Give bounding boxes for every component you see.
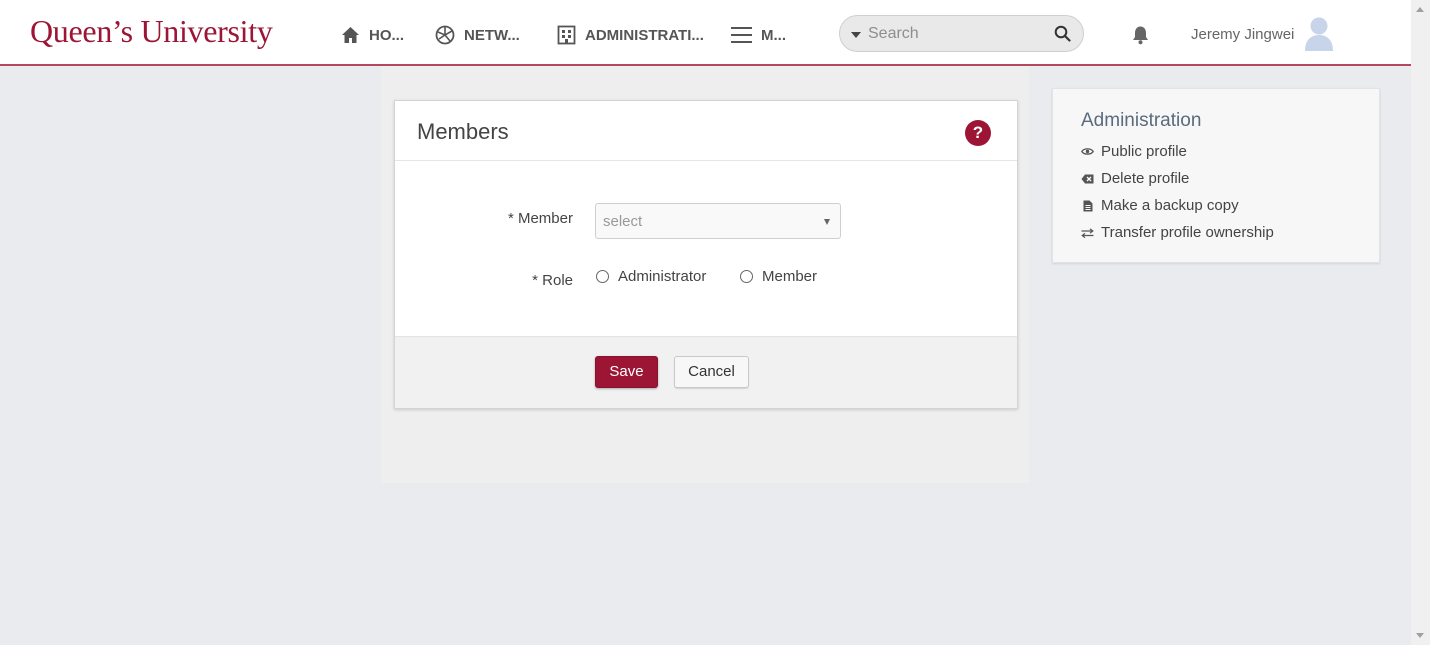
member-field-label: * Member [507, 210, 573, 227]
scroll-up-arrow-icon[interactable] [1416, 7, 1424, 12]
chevron-down-icon [824, 219, 830, 225]
scroll-down-arrow-icon[interactable] [1416, 633, 1424, 638]
page-title: Members [417, 119, 509, 144]
nav-administration[interactable]: ADMINISTRATI... [557, 22, 704, 48]
nav-administration-label: ADMINISTRATI... [585, 26, 704, 44]
members-form-panel: Members ? * Member select * Role Adminis… [394, 100, 1018, 409]
delete-profile-link[interactable]: Delete profile [1081, 170, 1189, 187]
cancel-button[interactable]: Cancel [674, 356, 749, 388]
backup-copy-link[interactable]: Make a backup copy [1081, 197, 1239, 214]
save-button[interactable]: Save [595, 356, 658, 388]
role-radio-administrator[interactable]: Administrator [596, 268, 706, 285]
role-option-label: Member [762, 268, 818, 285]
user-name[interactable]: Jeremy Jingwei [1191, 26, 1294, 43]
document-icon [1081, 200, 1094, 212]
side-link-label: Delete profile [1101, 170, 1190, 187]
radio-button[interactable] [740, 270, 753, 283]
page-scrollbar[interactable] [1411, 0, 1430, 645]
top-navigation-bar: Queen’s University HO... NETW... ADMINIS… [0, 0, 1411, 66]
building-icon [557, 25, 576, 45]
eye-icon [1081, 147, 1094, 156]
nav-menu[interactable]: M... [731, 22, 786, 48]
administration-side-panel: Administration Public profile Delete pro… [1052, 88, 1380, 263]
role-option-label: Administrator [618, 268, 707, 285]
bell-icon[interactable] [1131, 25, 1150, 50]
transfer-ownership-link[interactable]: Transfer profile ownership [1081, 224, 1274, 241]
nav-home[interactable]: HO... [341, 22, 404, 48]
nav-menu-label: M... [761, 26, 786, 44]
role-field-label: * Role [532, 272, 573, 289]
side-link-label: Public profile [1101, 143, 1187, 160]
transfer-arrows-icon [1081, 227, 1094, 238]
help-icon[interactable]: ? [965, 120, 991, 146]
search-input[interactable] [868, 22, 1048, 46]
search-box [839, 15, 1084, 52]
user-avatar-icon[interactable] [1303, 15, 1335, 56]
side-link-label: Make a backup copy [1101, 197, 1239, 214]
search-icon[interactable] [1054, 25, 1071, 47]
role-radio-member[interactable]: Member [740, 268, 817, 285]
member-select-value: select [603, 213, 643, 230]
home-icon [341, 26, 360, 44]
public-profile-link[interactable]: Public profile [1081, 143, 1187, 160]
search-scope-dropdown-icon[interactable] [851, 32, 861, 38]
side-link-label: Transfer profile ownership [1101, 224, 1274, 241]
nav-network-label: NETW... [464, 26, 520, 44]
side-panel-title: Administration [1081, 110, 1202, 131]
menu-icon [731, 26, 752, 44]
panel-header: Members ? [395, 101, 1017, 161]
nav-network[interactable]: NETW... [435, 22, 520, 48]
network-globe-icon [435, 25, 455, 45]
panel-footer: Save Cancel [395, 336, 1017, 408]
nav-home-label: HO... [369, 26, 405, 44]
backspace-icon [1081, 174, 1094, 184]
university-logo[interactable]: Queen’s University [30, 13, 273, 50]
radio-button[interactable] [596, 270, 609, 283]
member-select[interactable]: select [595, 203, 841, 239]
